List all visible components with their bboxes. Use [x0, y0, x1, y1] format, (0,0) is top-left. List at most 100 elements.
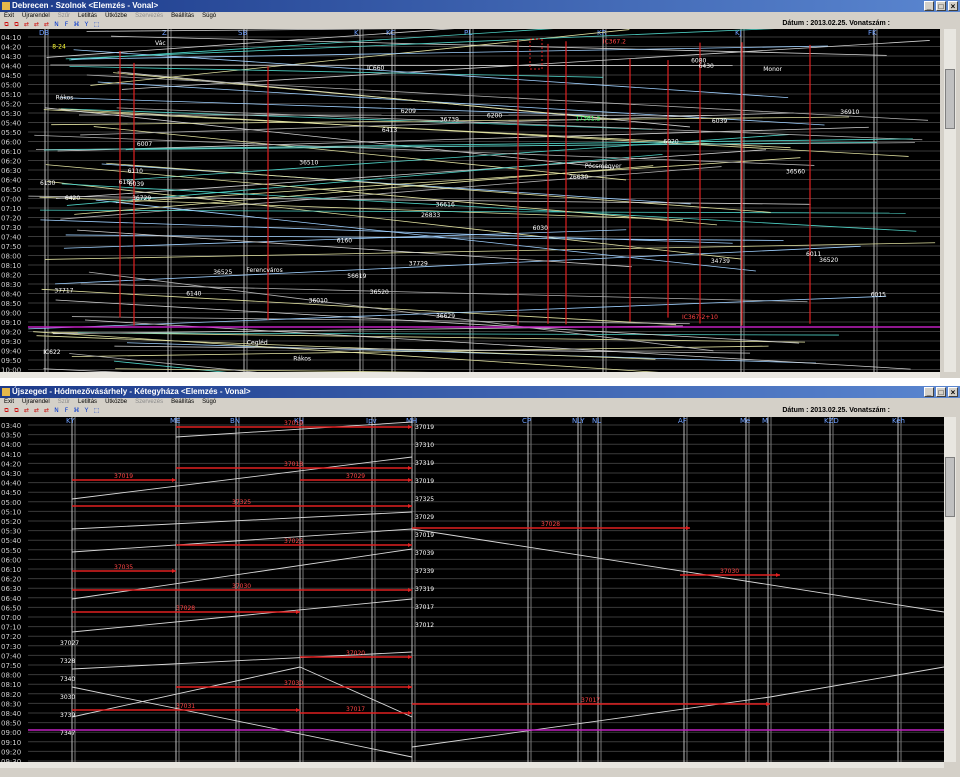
train-number-label: 37030: [720, 568, 739, 575]
menu-item[interactable]: Útközbe: [105, 12, 127, 20]
station-label: Z: [162, 29, 167, 37]
train-path[interactable]: [111, 35, 887, 56]
app-icon: [2, 2, 10, 10]
toolbar-button-icon[interactable]: ⧉: [3, 21, 10, 28]
train-path[interactable]: [45, 242, 936, 260]
train-number-label: Vác: [155, 40, 166, 47]
toolbar-button-icon[interactable]: ⬚: [93, 21, 100, 28]
top-timetable-svg[interactable]: 04:10 04:2004:30 04:4004:50 05:0005:10 05:20…: [0, 29, 940, 372]
time-label: 05:30: [1, 110, 21, 118]
train-number-label: Rákos: [56, 94, 74, 101]
toolbar-button-icon[interactable]: F: [63, 407, 70, 414]
train-number-label: 37031: [176, 703, 195, 710]
toolbar-button-icon[interactable]: ⧉: [13, 407, 20, 414]
minimize-button[interactable]: _: [924, 387, 934, 397]
bottom-menubar: Exit Újrarendel Szűr Letiltás Útközbe Szervez…: [0, 398, 960, 406]
station-label: AF: [678, 417, 687, 425]
toolbar-button-icon[interactable]: ⇄: [23, 407, 30, 414]
train-path[interactable]: [113, 72, 610, 120]
train-number-label: 7328: [60, 658, 75, 665]
train-number-label: 36616: [436, 201, 455, 208]
toolbar-button-icon[interactable]: Y: [83, 21, 90, 28]
toolbar-button-icon[interactable]: ⌘: [73, 407, 80, 414]
train-number-label: 6140: [186, 291, 201, 298]
time-label: 08:10: [1, 262, 21, 270]
station-label: DB: [39, 29, 49, 37]
toolbar-button-icon[interactable]: F: [63, 21, 70, 28]
train-path[interactable]: [71, 548, 413, 600]
menu-item[interactable]: Súgó: [202, 12, 216, 20]
time-label: 07:30: [1, 224, 21, 232]
toolbar-button-icon[interactable]: N: [53, 21, 60, 28]
menu-item[interactable]: Újrarendel: [22, 398, 50, 406]
toolbar-button-icon[interactable]: ⧉: [3, 407, 10, 414]
top-horizontal-scrollbar[interactable]: [0, 372, 940, 378]
bottom-vertical-scrollbar[interactable]: [944, 417, 956, 762]
train-number-label: Monor: [763, 66, 782, 73]
menu-item[interactable]: Letiltás: [78, 12, 97, 20]
maximize-button[interactable]: □: [936, 1, 946, 11]
toolbar-button-icon[interactable]: ⇄: [23, 21, 30, 28]
train-number-label: Cegléd: [247, 340, 268, 347]
toolbar-button-icon[interactable]: N: [53, 407, 60, 414]
train-number-label: 36629: [436, 313, 455, 320]
menu-item[interactable]: Súgó: [202, 398, 216, 406]
top-scroll-thumb[interactable]: [945, 69, 955, 129]
toolbar-button-icon[interactable]: ⧉: [13, 21, 20, 28]
menu-item[interactable]: Szűr: [58, 398, 70, 406]
time-label: 08:10: [1, 681, 21, 689]
station-label: Kéh: [892, 417, 905, 425]
station-label: KY: [66, 417, 75, 425]
train-path[interactable]: [40, 219, 733, 244]
train-number-label: 7340: [60, 676, 75, 683]
menu-item[interactable]: Exit: [4, 398, 14, 406]
menu-item[interactable]: Exit: [4, 12, 14, 20]
close-button[interactable]: ×: [948, 1, 958, 11]
train-number-label: 37028: [176, 605, 195, 612]
time-label: 05:50: [1, 547, 21, 555]
time-label: 07:20: [1, 215, 21, 223]
top-vertical-scrollbar[interactable]: [944, 29, 956, 372]
train-number-label: 6015: [871, 292, 886, 299]
toolbar-button-icon[interactable]: ⬚: [93, 407, 100, 414]
menu-item[interactable]: Beállítás: [171, 398, 194, 406]
train-path[interactable]: [71, 686, 413, 758]
time-label: 07:40: [1, 234, 21, 242]
menu-item[interactable]: Szervezés: [135, 398, 163, 406]
menu-item[interactable]: Szűr: [58, 12, 70, 20]
toolbar-button-icon[interactable]: ⇄: [43, 407, 50, 414]
train-number-label: 3030: [60, 694, 75, 701]
train-number-label: 37019: [114, 473, 133, 480]
train-path[interactable]: [44, 107, 613, 169]
bottom-timetable-svg[interactable]: 03:40 03:5004:00 04:1004:20 04:30 04:4004:50…: [0, 417, 944, 762]
toolbar-button-icon[interactable]: ⌘: [73, 21, 80, 28]
maximize-button[interactable]: □: [936, 387, 946, 397]
minimize-button[interactable]: _: [924, 1, 934, 11]
train-path[interactable]: [86, 74, 929, 121]
bottom-timetable-chart[interactable]: 03:40 03:50 04:00 04:10 04:20 04:30 04:40 04:50…: [0, 417, 944, 762]
train-path[interactable]: [73, 49, 789, 98]
close-button[interactable]: ×: [948, 387, 958, 397]
train-number-label: 7347: [60, 730, 75, 737]
menu-item[interactable]: Újrarendel: [22, 12, 50, 20]
train-number-label: 37030: [232, 583, 251, 590]
menu-item[interactable]: Beállítás: [171, 12, 194, 20]
train-number-label: 36729: [132, 195, 151, 202]
train-path[interactable]: [769, 666, 944, 698]
toolbar-button-icon[interactable]: Y: [83, 407, 90, 414]
top-title-bar[interactable]: Debrecen - Szolnok <Elemzés - Vonal> _ □…: [0, 0, 960, 12]
top-timetable-chart[interactable]: 04:10 04:20 04:30 04:40 04:50 05:00 05:10 05:20…: [0, 29, 940, 372]
toolbar-button-icon[interactable]: ⇄: [33, 21, 40, 28]
time-label: 07:40: [1, 652, 21, 660]
menu-item[interactable]: Szervezés: [135, 12, 163, 20]
bottom-title-bar[interactable]: Újszeged - Hódmezővásárhely - Kétegyháza…: [0, 386, 960, 398]
toolbar-button-icon[interactable]: ⇄: [43, 21, 50, 28]
toolbar-button-icon[interactable]: ⇄: [33, 407, 40, 414]
bottom-horizontal-scrollbar[interactable]: [0, 762, 944, 768]
train-number-label: 36010: [309, 297, 328, 304]
train-path[interactable]: [41, 288, 677, 326]
train-path[interactable]: [411, 528, 944, 613]
menu-item[interactable]: Letiltás: [78, 398, 97, 406]
bottom-scroll-thumb[interactable]: [945, 457, 955, 517]
menu-item[interactable]: Útközbe: [105, 398, 127, 406]
